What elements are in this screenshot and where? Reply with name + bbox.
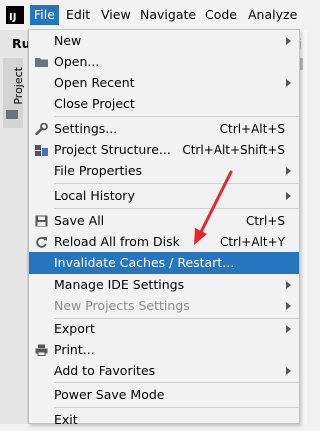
- menu-separator: [54, 116, 299, 117]
- menu-item-label: New Projects Settings: [54, 298, 190, 313]
- menu-item-label: Local History: [54, 188, 135, 203]
- menu-analyze[interactable]: Analyze: [244, 5, 301, 25]
- menu-view[interactable]: View: [97, 5, 135, 25]
- menu-separator: [54, 208, 299, 209]
- shortcut-label: Ctrl+S: [245, 214, 285, 228]
- menu-item-save-all[interactable]: Save All Ctrl+S: [29, 210, 299, 232]
- menu-item-power-save-mode[interactable]: Power Save Mode: [29, 384, 299, 406]
- menu-item-new-projects-settings: New Projects Settings: [29, 295, 299, 317]
- menu-item-label: Open Recent: [54, 75, 135, 90]
- menu-item-label: Reload All from Disk: [54, 234, 180, 249]
- menu-item-label: Export: [54, 321, 95, 336]
- menu-item-label: New: [54, 33, 82, 48]
- menu-edit[interactable]: Edit: [62, 5, 94, 25]
- menu-item-settings[interactable]: Settings... Ctrl+Alt+S: [29, 118, 299, 140]
- submenu-arrow-icon: [286, 281, 291, 289]
- menu-separator: [54, 407, 299, 408]
- submenu-arrow-icon: [286, 367, 291, 375]
- folder-icon: [6, 110, 18, 119]
- menu-item-new[interactable]: New: [29, 30, 299, 52]
- menu-item-invalidate-caches[interactable]: Invalidate Caches / Restart...: [29, 252, 299, 274]
- menu-item-label: Save All: [54, 213, 105, 228]
- floppy-disk-icon: [35, 215, 48, 227]
- menu-item-label: Manage IDE Settings: [54, 277, 185, 292]
- submenu-arrow-icon: [286, 79, 291, 87]
- menu-item-label: Add to Favorites: [54, 363, 156, 378]
- menu-item-label: Print...: [54, 342, 95, 357]
- menu-item-open[interactable]: Open...: [29, 51, 299, 73]
- menu-item-file-properties[interactable]: File Properties: [29, 160, 299, 182]
- file-menu-dropdown: New Open... Open Recent Close Project Se…: [28, 29, 300, 427]
- printer-icon: [35, 344, 48, 356]
- reload-icon: [36, 236, 47, 248]
- menu-code[interactable]: Code: [201, 5, 241, 25]
- shortcut-label: Ctrl+Alt+Y: [219, 235, 285, 249]
- menu-file[interactable]: File: [30, 5, 59, 25]
- menu-item-reload-all-from-disk[interactable]: Reload All from Disk Ctrl+Alt+Y: [29, 231, 299, 253]
- menu-item-local-history[interactable]: Local History: [29, 185, 299, 207]
- menu-item-print[interactable]: Print...: [29, 339, 299, 361]
- menu-item-label: Close Project: [54, 96, 135, 111]
- menu-navigate[interactable]: Navigate: [136, 5, 200, 25]
- main-menu-bar: IJ File Edit View Navigate Code Analyze: [0, 0, 307, 30]
- submenu-arrow-icon: [286, 325, 291, 333]
- submenu-arrow-icon: [286, 167, 291, 175]
- menu-item-label: Power Save Mode: [54, 387, 165, 402]
- menu-item-label: File Properties: [54, 163, 143, 178]
- menu-item-label: Invalidate Caches / Restart...: [54, 255, 235, 270]
- menu-item-manage-ide-settings[interactable]: Manage IDE Settings: [29, 274, 299, 296]
- menu-item-open-recent[interactable]: Open Recent: [29, 72, 299, 94]
- menu-item-close-project[interactable]: Close Project: [29, 93, 299, 115]
- menu-item-exit[interactable]: Exit: [29, 409, 299, 431]
- menu-separator: [54, 183, 299, 184]
- submenu-arrow-icon: [286, 302, 291, 310]
- folder-icon: [35, 58, 48, 67]
- submenu-arrow-icon: [286, 37, 291, 45]
- menu-item-label: Settings...: [54, 121, 118, 136]
- menu-item-label: Exit: [54, 412, 78, 427]
- menu-item-add-to-favorites[interactable]: Add to Favorites: [29, 360, 299, 382]
- shortcut-label: Ctrl+Alt+S: [219, 122, 285, 136]
- menu-separator: [54, 382, 299, 383]
- submenu-arrow-icon: [286, 192, 291, 200]
- menu-item-label: Project Structure...: [54, 142, 171, 157]
- wrench-icon: [35, 123, 48, 135]
- project-structure-icon: [35, 145, 48, 156]
- shortcut-label: Ctrl+Alt+Shift+S: [182, 143, 285, 157]
- menu-item-label: Open...: [54, 54, 100, 69]
- intellij-logo-icon: IJ: [6, 6, 24, 24]
- menu-item-project-structure[interactable]: Project Structure... Ctrl+Alt+Shift+S: [29, 139, 299, 161]
- project-tab-label: Project: [12, 67, 25, 105]
- menu-item-export[interactable]: Export: [29, 318, 299, 340]
